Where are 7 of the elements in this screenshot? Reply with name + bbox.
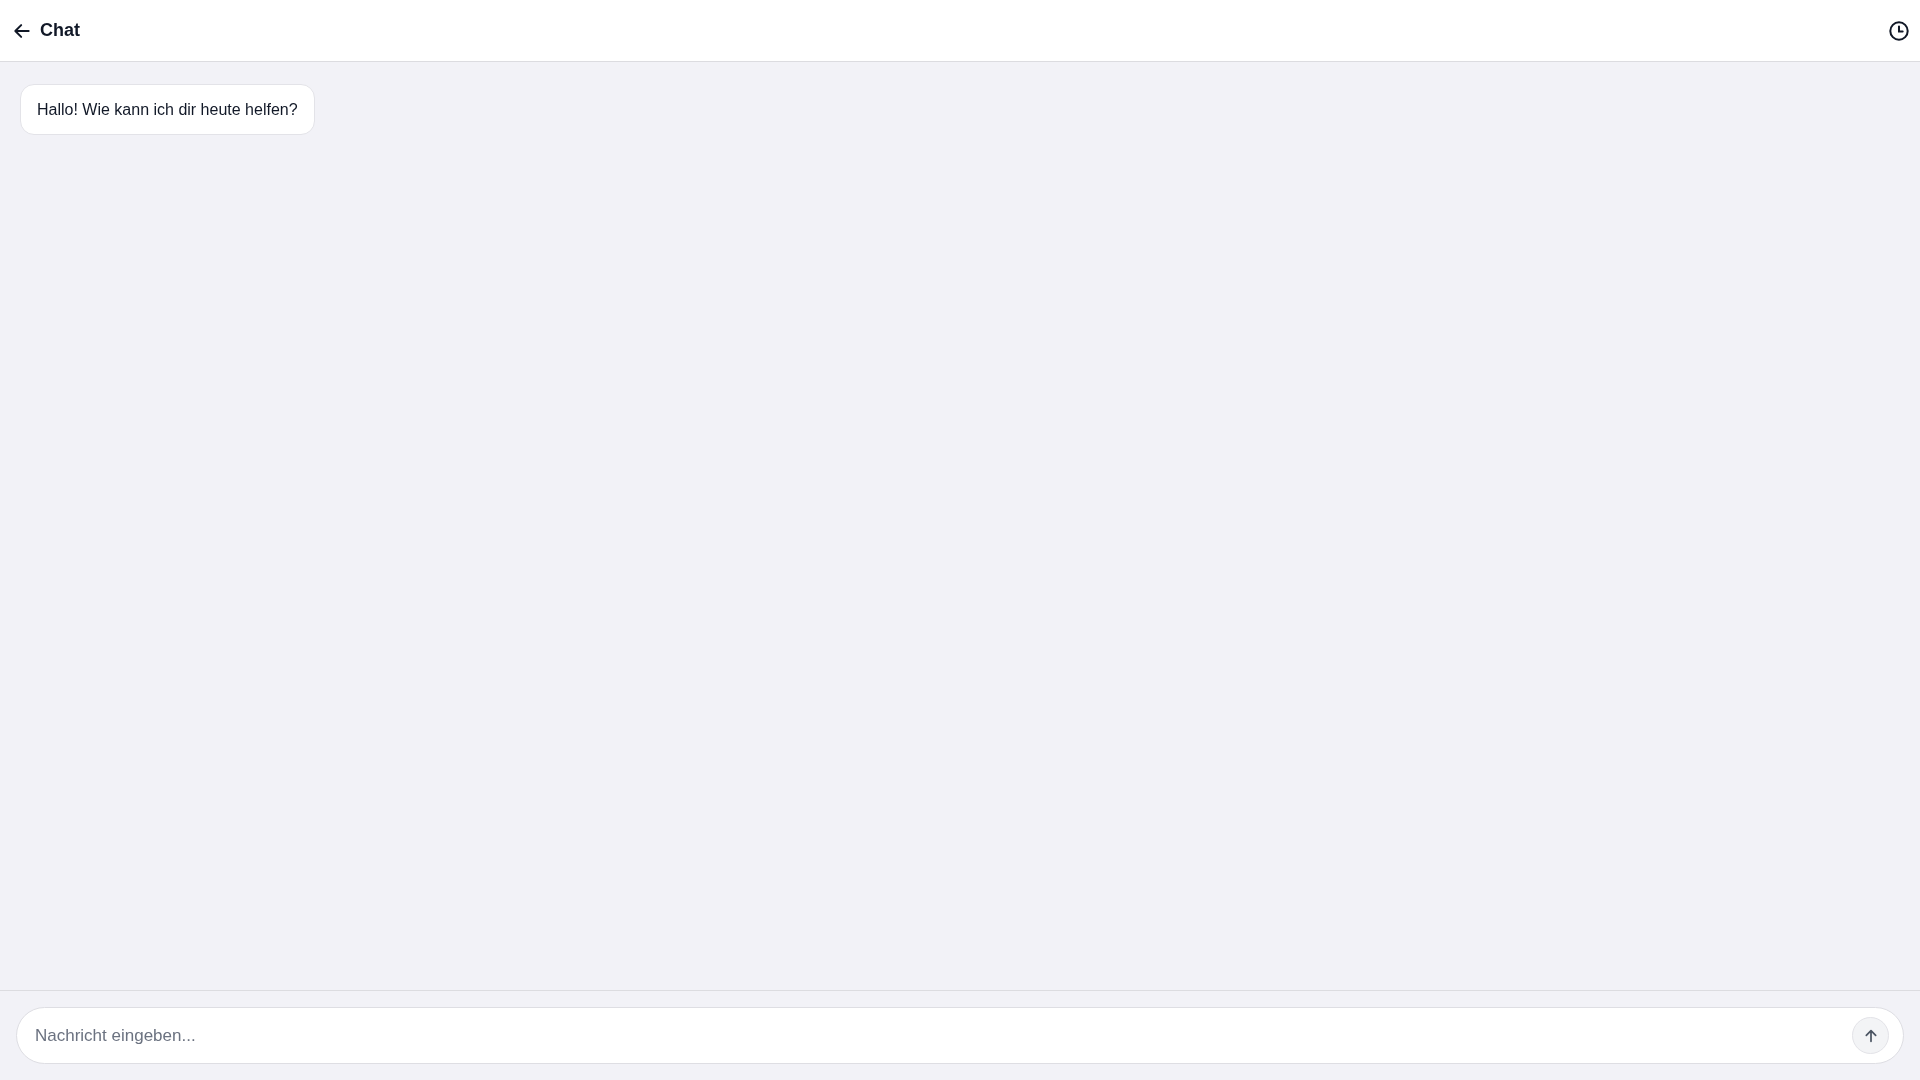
arrow-up-icon (1862, 1027, 1879, 1044)
clock-icon[interactable] (1888, 19, 1910, 42)
page-title: Chat (40, 20, 80, 41)
message-input-field[interactable]: Nachricht eingeben... (33, 1024, 1852, 1047)
send-button[interactable] (1852, 1017, 1889, 1054)
chat-message: Hallo! Wie kann ich dir heute helfen? (20, 84, 315, 135)
message-composer[interactable]: Nachricht eingeben... (16, 1007, 1904, 1064)
